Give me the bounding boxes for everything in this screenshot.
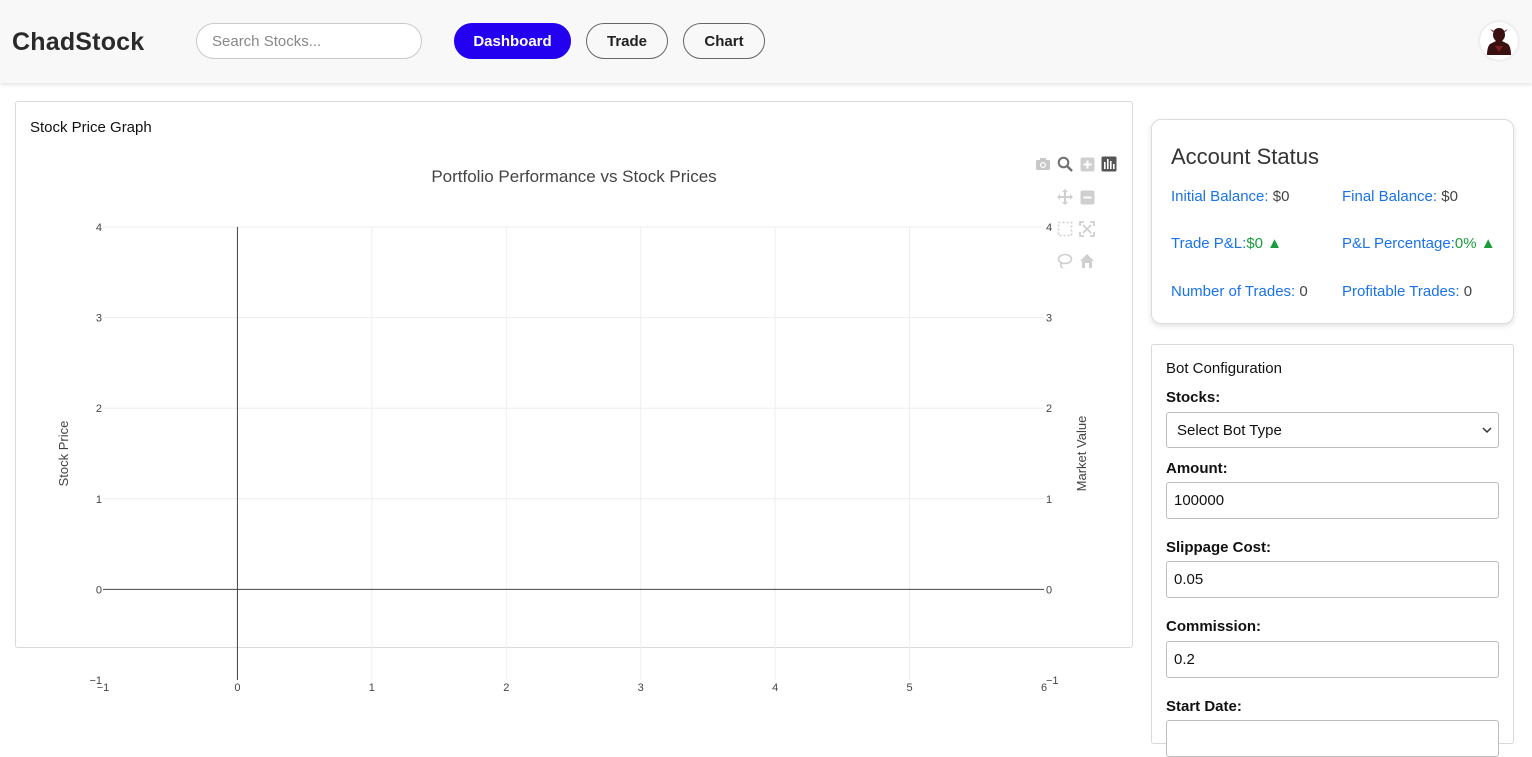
initial-balance-value: $0: [1272, 188, 1290, 205]
slippage-cost-label: Slippage Cost:: [1166, 539, 1272, 556]
bot-configuration-card: Bot Configuration Stocks: Select Bot Typ…: [1151, 344, 1514, 757]
chart-title: Portfolio Performance vs Stock Prices: [431, 167, 716, 186]
y2-axis-title: Market Value: [1074, 416, 1089, 492]
commission-label: Commission:: [1166, 618, 1262, 635]
lasso-icon[interactable]: [1056, 252, 1074, 270]
y-axis-title: Stock Price: [56, 421, 71, 487]
profitable-trades: Profitable Trades: 0: [1342, 283, 1472, 300]
account-status-title: Account Status: [1171, 144, 1319, 169]
trade-pnl: Trade P&L:$0 ▲: [1171, 235, 1282, 252]
chevron-down-icon: [1482, 427, 1492, 434]
y-tick-label: 1: [96, 494, 102, 506]
x-tick-label: 0: [234, 682, 240, 694]
zoom-icon[interactable]: [1056, 155, 1074, 173]
final-balance-label: Final Balance:: [1342, 188, 1438, 205]
y-tick-label: 2: [96, 403, 102, 415]
y2-tick-label: 3: [1046, 313, 1052, 325]
y2-tick-label: 0: [1046, 584, 1052, 596]
start-date-input[interactable]: [1166, 720, 1499, 757]
number-of-trades: Number of Trades: 0: [1171, 283, 1308, 300]
bot-configuration-title: Bot Configuration: [1166, 360, 1282, 377]
pnl-percentage-value: 0% ▲: [1454, 235, 1496, 252]
zoom-in-icon[interactable]: [1078, 155, 1096, 173]
camera-icon[interactable]: [1034, 155, 1052, 173]
y2-tick-label: −1: [1046, 675, 1059, 687]
profitable-trades-label: Profitable Trades:: [1342, 283, 1460, 300]
autoscale-icon[interactable]: [1078, 220, 1096, 238]
trade-pnl-label: Trade P&L:: [1171, 235, 1247, 252]
pnl-percentage-label: P&L Percentage:: [1342, 235, 1455, 252]
x-tick-label: 1: [369, 682, 375, 694]
stocks-label: Stocks:: [1166, 389, 1221, 406]
home-icon[interactable]: [1078, 252, 1096, 270]
y-tick-label: 4: [96, 222, 102, 234]
bar-chart-icon[interactable]: [1100, 155, 1118, 173]
final-balance-value: $0: [1441, 188, 1458, 205]
y-tick-label: −1: [89, 675, 102, 687]
y2-tick-label: 1: [1046, 494, 1052, 506]
number-of-trades-label: Number of Trades:: [1171, 283, 1296, 300]
profitable-trades-value: 0: [1463, 283, 1473, 300]
y2-tick-label: 2: [1046, 403, 1052, 415]
initial-balance: Initial Balance: $0: [1171, 188, 1289, 205]
x-tick-label: 5: [907, 682, 913, 694]
start-date-label: Start Date:: [1166, 698, 1242, 715]
account-status-card: Account Status Initial Balance: $0 Final…: [1151, 119, 1514, 324]
commission-input[interactable]: [1166, 641, 1499, 678]
y-tick-label: 0: [96, 584, 102, 596]
x-tick-label: 3: [638, 682, 644, 694]
x-tick-label: 4: [772, 682, 778, 694]
zoom-out-icon[interactable]: [1078, 188, 1096, 206]
amount-input[interactable]: [1166, 482, 1499, 519]
slippage-cost-input[interactable]: [1166, 561, 1499, 598]
final-balance: Final Balance: $0: [1342, 188, 1458, 205]
box-select-icon[interactable]: [1056, 220, 1074, 238]
trade-pnl-value: $0 ▲: [1246, 235, 1283, 252]
stocks-select[interactable]: Select Bot Type: [1166, 412, 1499, 448]
number-of-trades-value: 0: [1299, 283, 1308, 300]
stocks-select-value: Select Bot Type: [1177, 421, 1282, 439]
x-tick-label: 2: [503, 682, 509, 694]
chart-modebar: [1034, 155, 1124, 275]
amount-label: Amount:: [1166, 460, 1228, 477]
pan-icon[interactable]: [1056, 188, 1074, 206]
pnl-percentage: P&L Percentage:0% ▲: [1342, 235, 1496, 252]
initial-balance-label: Initial Balance:: [1171, 188, 1269, 205]
y-tick-label: 3: [96, 313, 102, 325]
